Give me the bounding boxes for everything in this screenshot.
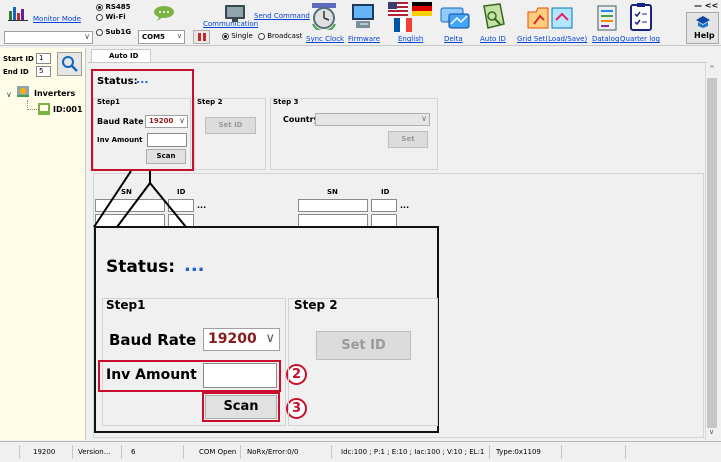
zoom-set-id-button[interactable]: Set ID [316, 331, 411, 360]
sep [489, 445, 490, 459]
zoom-baud-rate-value: 19200 [208, 331, 257, 347]
sep [625, 445, 626, 459]
status-baud: 19200 [33, 448, 56, 456]
sep [561, 445, 562, 459]
zoom-scan-button[interactable]: Scan [205, 395, 277, 419]
zoom-step1-label: Step1 [106, 298, 146, 312]
status-norx: NoRx/Error:0/0 [247, 448, 299, 456]
zoom-callout: Status: ... Step1 Baud Rate 19200 ∨ Inv … [94, 226, 439, 433]
zoom-status-value: ... [184, 255, 205, 276]
zoom-step2-group [288, 298, 438, 426]
statusbar-grip [0, 445, 20, 459]
zoom-status-label: Status: [106, 257, 175, 277]
status-bar: 19200 Version... 6 COM Open NoRx/Error:0… [0, 441, 721, 462]
zoom-inv-amount-label: Inv Amount [106, 367, 197, 383]
status-count: 6 [131, 448, 136, 456]
status-com: COM Open [199, 448, 237, 456]
status-version: Version... [78, 448, 111, 456]
chevron-down-icon: ∨ [265, 331, 275, 346]
sep [183, 445, 184, 459]
zoom-inv-amount-input[interactable] [203, 363, 277, 388]
sep [331, 445, 332, 459]
zoom-baud-rate-select[interactable]: 19200 ∨ [203, 328, 280, 351]
status-type: Type:0x1109 [496, 448, 541, 456]
sep [240, 445, 241, 459]
status-idc: Idc:100 ; P:1 ; E:10 ; Iac:100 ; V:10 ; … [341, 448, 485, 456]
zoom-baud-rate-label: Baud Rate [109, 331, 197, 349]
zoom-step2-label: Step 2 [294, 298, 338, 312]
sep [72, 445, 73, 459]
sep [121, 445, 122, 459]
